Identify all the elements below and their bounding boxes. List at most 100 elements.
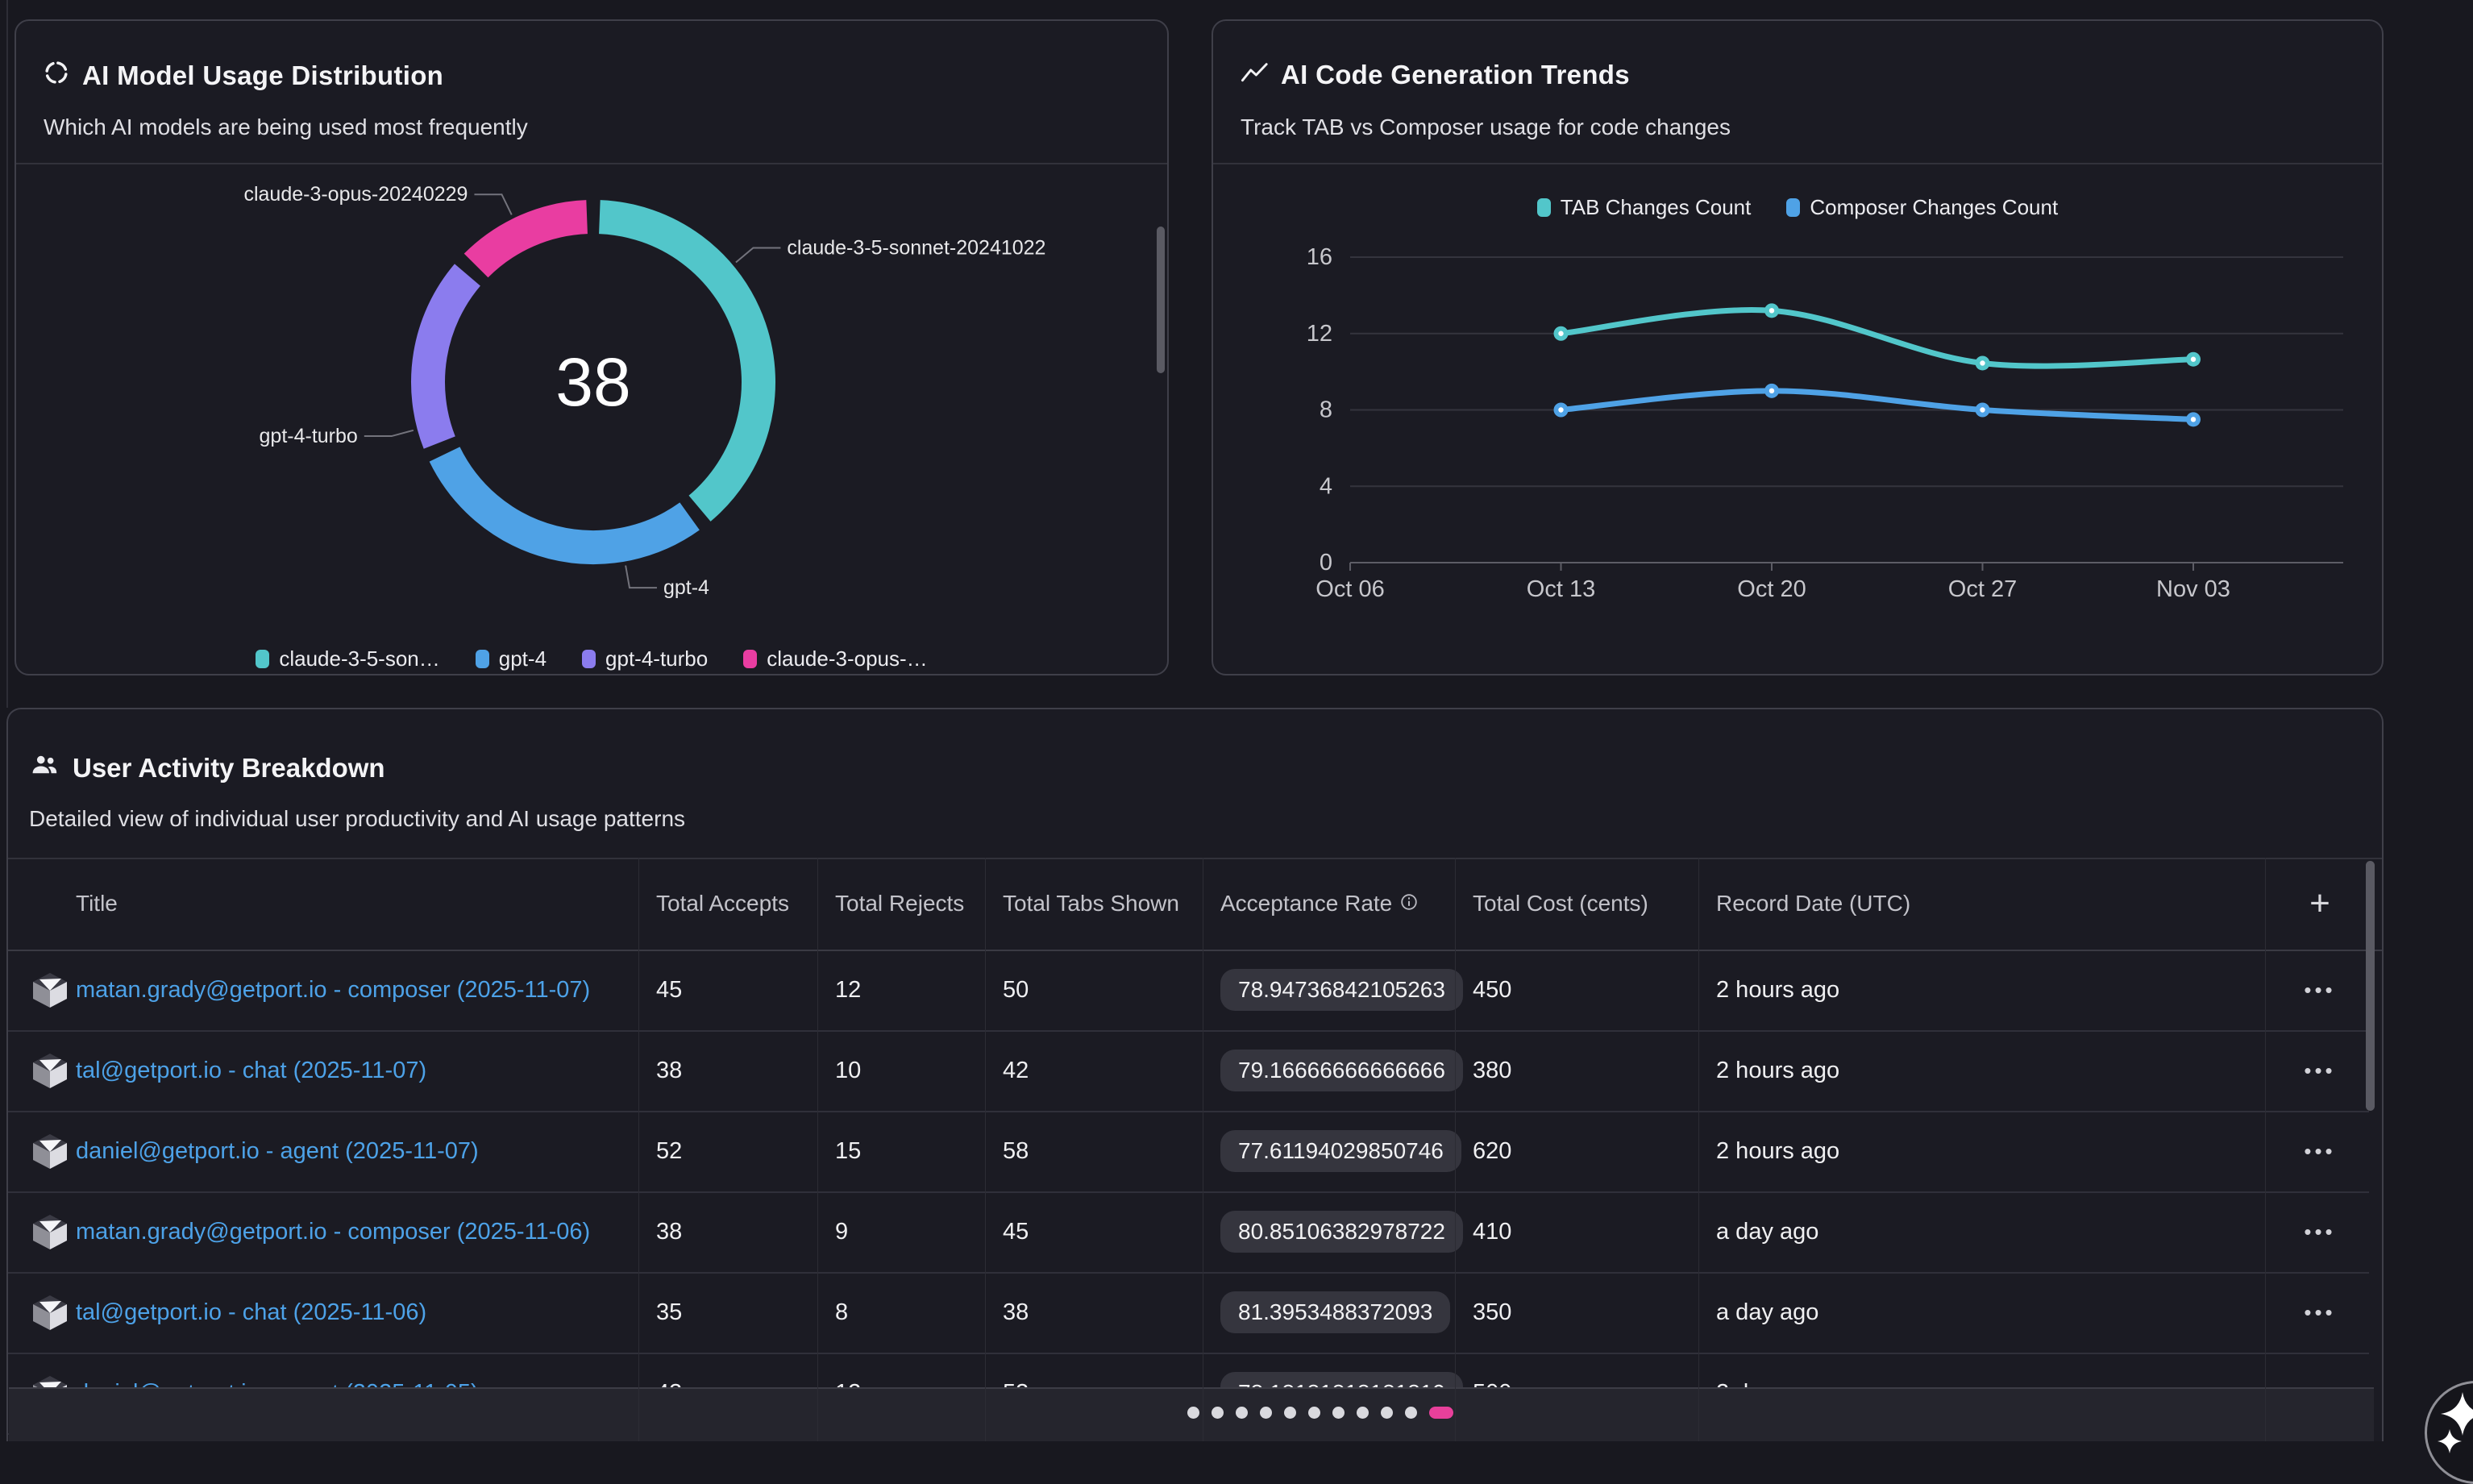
code-trends-card-subtitle: Track TAB vs Composer usage for code cha…: [1241, 114, 1731, 140]
row-title-link[interactable]: matan.grady@getport.io - composer (2025-…: [76, 950, 590, 1030]
row-title-link[interactable]: daniel@getport.io - agent (2025-11-07): [76, 1111, 479, 1191]
row-actions-cell: •••: [2265, 1272, 2375, 1353]
legend-swatch-icon: [582, 650, 596, 668]
acceptance-rate-badge: 79.16666666666666: [1220, 1050, 1463, 1091]
legend-swatch-icon: [256, 650, 269, 668]
model-usage-card-header: AI Model Usage Distribution Which AI mod…: [16, 21, 1167, 164]
total-cost-cell: 380: [1473, 1030, 1511, 1111]
row-value-cell: 52: [656, 1111, 682, 1191]
pagination-dot-11[interactable]: [1429, 1407, 1453, 1419]
model-usage-card-subtitle: Which AI models are being used most freq…: [44, 114, 528, 140]
row-value-cell: 45: [1003, 1191, 1029, 1272]
entity-gem-icon: [31, 950, 69, 1030]
model-card-scrollbar[interactable]: [1157, 227, 1165, 373]
model-usage-card: AI Model Usage Distribution Which AI mod…: [15, 19, 1169, 675]
total-cost-cell: 620: [1473, 1111, 1511, 1191]
code-trends-card: AI Code Generation Trends Track TAB vs C…: [1212, 19, 2384, 675]
y-axis-tick-label: 0: [1320, 550, 1332, 576]
pagination-dot-8[interactable]: [1357, 1407, 1369, 1419]
donut-slice-claude-3-opus-20240229: [476, 217, 588, 265]
line-series-Composer Changes Count: [1561, 391, 2194, 420]
row-value-cell: 35: [656, 1272, 682, 1353]
trending-up-icon: [1241, 60, 1268, 90]
acceptance-rate-cell: 78.94736842105263: [1220, 950, 1463, 1030]
entity-gem-icon: [31, 1111, 69, 1191]
code-trends-card-title: AI Code Generation Trends: [1241, 60, 1630, 90]
donut-callout-label: gpt-4-turbo: [260, 425, 358, 447]
model-usage-donut-chart: claude-3-5-sonnet-20241022gpt-4gpt-4-tur…: [16, 163, 1167, 622]
acceptance-rate-badge: 77.61194029850746: [1220, 1130, 1461, 1172]
row-value-cell: 45: [656, 950, 682, 1030]
user-activity-card: User Activity Breakdown Detailed view of…: [6, 708, 2384, 1441]
row-value-cell: 38: [656, 1030, 682, 1111]
column-header-label: Total Tabs Shown: [1003, 891, 1179, 917]
pagination-dot-6[interactable]: [1308, 1407, 1320, 1419]
pagination-bar: [9, 1387, 2374, 1441]
info-icon[interactable]: [1400, 891, 1418, 917]
row-title-link[interactable]: matan.grady@getport.io - composer (2025-…: [76, 1191, 590, 1272]
donut-callout-label: claude-3-5-sonnet-20241022: [787, 237, 1045, 260]
ai-usage-dashboard: { "colors": { "teal": "#52c6ca", "blue":…: [0, 0, 2473, 1438]
pagination-dot-5[interactable]: [1284, 1407, 1296, 1419]
legend-swatch-icon: [476, 650, 489, 668]
acceptance-rate-cell: 79.16666666666666: [1220, 1030, 1463, 1111]
row-value-cell: 9: [835, 1191, 848, 1272]
row-value-cell: 42: [1003, 1030, 1029, 1111]
column-header-Total Rejects: Total Rejects: [835, 858, 964, 950]
line-series-TAB Changes Count: [1561, 310, 2194, 367]
donut-slice-gpt-4: [445, 454, 690, 547]
column-divider: [1455, 858, 1456, 1441]
column-divider: [1698, 858, 1699, 1441]
ai-assistant-button[interactable]: [2425, 1381, 2473, 1484]
legend-label: claude-3-opus-…: [767, 646, 927, 671]
pagination-dot-10[interactable]: [1405, 1407, 1417, 1419]
pagination-dot-1[interactable]: [1187, 1407, 1199, 1419]
donut-callout-label: claude-3-opus-20240229: [243, 183, 468, 206]
record-date-cell: 2 hours ago: [1716, 1030, 1839, 1111]
add-column-button[interactable]: +: [2265, 858, 2375, 950]
x-axis-tick-label: Oct 20: [1737, 576, 1806, 602]
code-trends-card-title-text: AI Code Generation Trends: [1281, 60, 1630, 90]
panel-edge-line: [6, 0, 8, 708]
row-value-cell: 58: [1003, 1111, 1029, 1191]
row-value-cell: 50: [1003, 950, 1029, 1030]
y-axis-tick-label: 4: [1320, 473, 1332, 499]
column-header-Title: Title: [76, 858, 118, 950]
column-header-label: Total Accepts: [656, 891, 789, 917]
column-header-label: Total Rejects: [835, 891, 964, 917]
column-header-label: Total Cost (cents): [1473, 891, 1648, 917]
more-options-icon[interactable]: •••: [2299, 1219, 2340, 1245]
row-actions-cell: •••: [2265, 1191, 2375, 1272]
legend-item-gpt-4: gpt-4: [476, 646, 547, 671]
pagination-dot-3[interactable]: [1236, 1407, 1248, 1419]
row-title-link[interactable]: tal@getport.io - chat (2025-11-07): [76, 1030, 426, 1111]
pagination-dot-4[interactable]: [1260, 1407, 1272, 1419]
row-value-cell: 8: [835, 1272, 848, 1353]
donut-slice-gpt-4-turbo: [428, 275, 468, 443]
row-title-link[interactable]: tal@getport.io - chat (2025-11-06): [76, 1272, 426, 1353]
more-options-icon[interactable]: •••: [2299, 977, 2340, 1004]
column-header-label: Record Date (UTC): [1716, 891, 1910, 917]
code-trends-card-header: AI Code Generation Trends Track TAB vs C…: [1213, 21, 2382, 164]
table-row: daniel@getport.io - agent (2025-11-07) 52…: [8, 1111, 2369, 1193]
acceptance-rate-badge: 80.85106382978722: [1220, 1211, 1463, 1253]
table-scrollbar[interactable]: [2366, 861, 2375, 1111]
more-options-icon[interactable]: •••: [2299, 1058, 2340, 1084]
legend-label: gpt-4: [499, 646, 547, 671]
column-divider: [817, 858, 818, 1441]
pagination-dot-2[interactable]: [1212, 1407, 1224, 1419]
column-header-Total Cost (cents): Total Cost (cents): [1473, 858, 1648, 950]
more-options-icon[interactable]: •••: [2299, 1138, 2340, 1165]
pagination-dot-7[interactable]: [1332, 1407, 1345, 1419]
row-value-cell: 38: [656, 1191, 682, 1272]
entity-gem-icon: [31, 1272, 69, 1353]
legend-label: gpt-4-turbo: [605, 646, 708, 671]
column-header-Record Date (UTC): Record Date (UTC): [1716, 858, 1910, 950]
pagination-dot-9[interactable]: [1381, 1407, 1393, 1419]
entity-gem-icon: [31, 1191, 69, 1272]
acceptance-rate-cell: 77.61194029850746: [1220, 1111, 1461, 1191]
more-options-icon[interactable]: •••: [2299, 1299, 2340, 1326]
row-actions-cell: •••: [2265, 1111, 2375, 1191]
donut-center-total: 38: [555, 344, 630, 420]
column-divider: [638, 858, 639, 1441]
